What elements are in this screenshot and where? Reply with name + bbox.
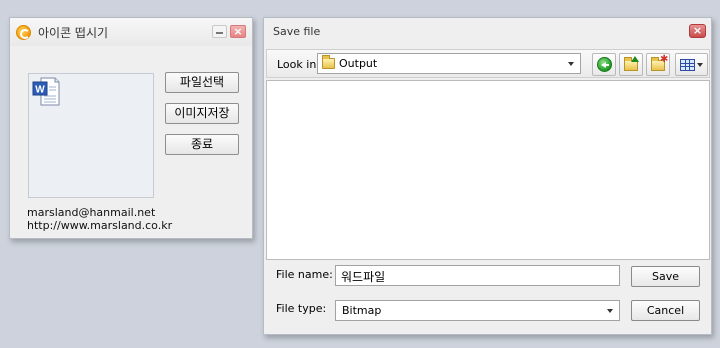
sparkle-icon: ✱ — [660, 54, 669, 65]
back-button[interactable] — [592, 53, 616, 76]
app-logo-icon — [16, 25, 31, 40]
save-image-button[interactable]: 이미지저장 — [165, 103, 239, 124]
look-in-dropdown[interactable]: Output — [317, 53, 581, 74]
close-button[interactable]: × — [230, 25, 246, 38]
up-arrow-icon — [631, 56, 639, 62]
up-folder-button[interactable] — [619, 53, 643, 76]
dialog-close-button[interactable]: × — [689, 24, 706, 38]
file-type-dropdown[interactable]: Bitmap — [335, 300, 620, 321]
file-type-value: Bitmap — [342, 304, 382, 317]
file-name-field[interactable]: 워드파일 — [335, 265, 620, 286]
exit-button[interactable]: 종료 — [165, 134, 239, 155]
dialog-title: Save file — [273, 25, 321, 38]
new-folder-button[interactable]: ✱ — [646, 53, 670, 76]
cancel-button-label: Cancel — [646, 304, 685, 317]
file-type-label: File type: — [276, 302, 327, 315]
word-document-icon: W — [32, 77, 60, 106]
chevron-down-icon — [697, 63, 703, 67]
select-file-button[interactable]: 파일선택 — [165, 72, 239, 93]
file-name-value: 워드파일 — [341, 270, 386, 284]
chevron-down-icon — [568, 62, 574, 66]
icon-preview-area: W — [28, 73, 154, 198]
window-title: 아이콘 떱시기 — [38, 26, 109, 40]
chevron-down-icon — [607, 309, 613, 313]
file-name-label: File name: — [276, 268, 333, 281]
icon-extractor-window: 아이콘 떱시기 × W 파일선택 이미지저장 종료 marsland@hanma… — [9, 17, 253, 239]
save-file-dialog: Save file × Look in: Output ✱ File name:… — [263, 17, 712, 335]
minimize-button[interactable] — [212, 25, 227, 38]
detail-view-icon — [680, 59, 695, 71]
cancel-button[interactable]: Cancel — [631, 300, 700, 321]
back-arrow-icon — [597, 57, 612, 72]
title-bar[interactable]: 아이콘 떱시기 × — [10, 18, 252, 46]
folder-icon — [322, 55, 335, 69]
save-button-label: Save — [651, 270, 679, 283]
view-menu-button[interactable] — [675, 53, 708, 76]
save-button[interactable]: Save — [631, 266, 700, 287]
email-text: marsland@hanmail.net — [27, 206, 156, 219]
look-in-label: Look in: — [277, 58, 320, 71]
website-text: http://www.marsland.co.kr — [27, 219, 173, 232]
svg-text:W: W — [35, 85, 45, 96]
file-list[interactable] — [266, 80, 710, 260]
look-in-value: Output — [339, 57, 378, 70]
